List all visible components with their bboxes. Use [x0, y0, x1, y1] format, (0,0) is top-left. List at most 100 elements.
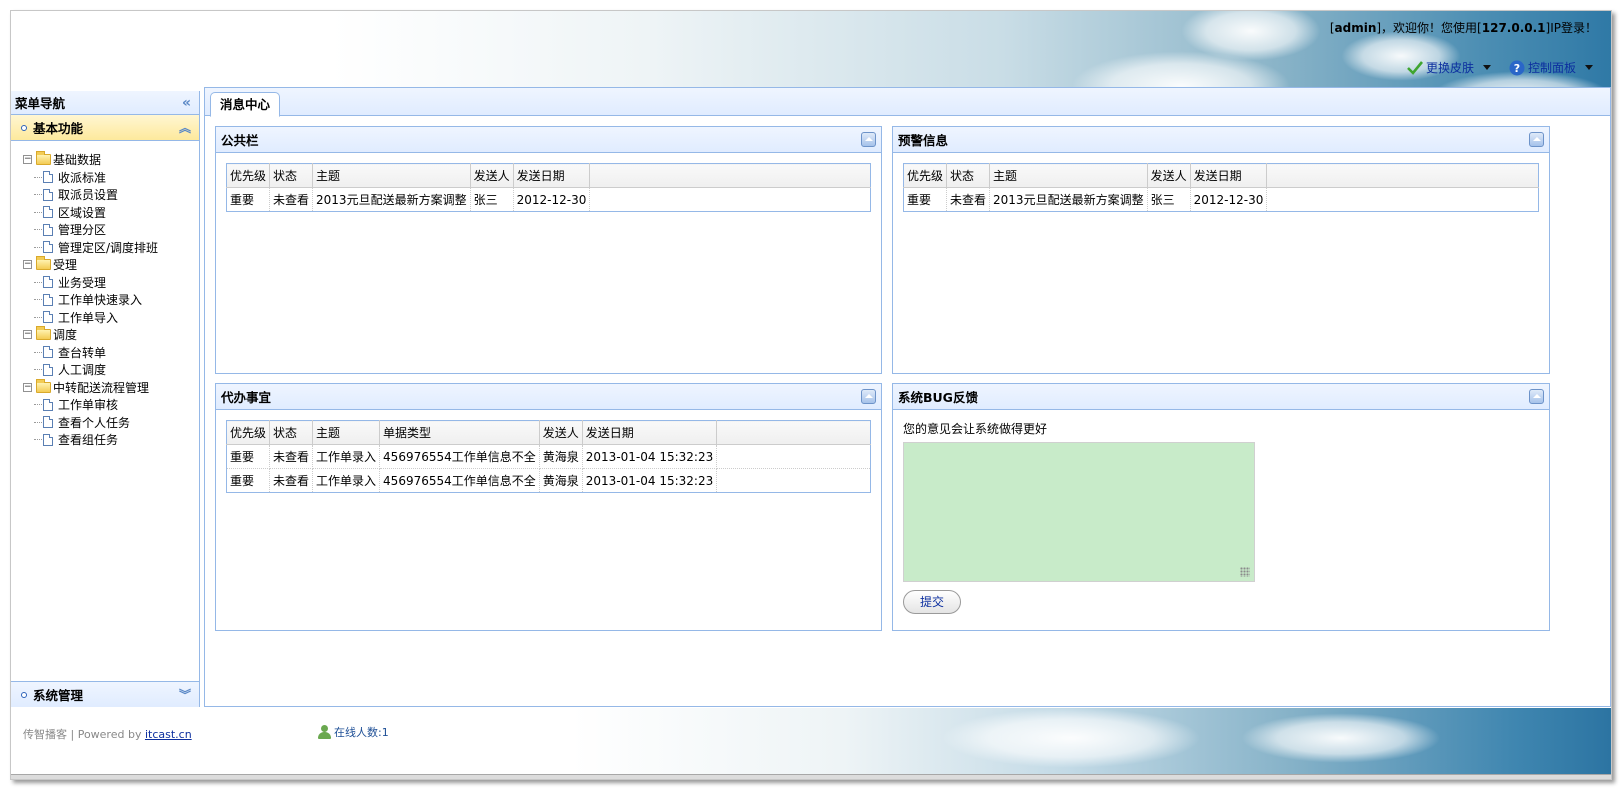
document-icon	[43, 293, 53, 306]
collapse-node-icon[interactable]: −	[23, 260, 32, 270]
tree-item-work-order-import[interactable]: 工作单导入	[23, 309, 199, 327]
collapse-left-icon[interactable]: «	[182, 95, 191, 111]
table-row[interactable]: 重要 未查看 2013元旦配送最新方案调整 张三 2012-12-30	[903, 187, 1539, 212]
column-header[interactable]: 优先级	[903, 163, 948, 188]
submit-button[interactable]: 提交	[903, 590, 961, 614]
table-row[interactable]: 重要 未查看 2013元旦配送最新方案调整 张三 2012-12-30	[226, 187, 871, 212]
tree-item-quick-entry[interactable]: 工作单快速录入	[23, 291, 199, 309]
bug-feedback-prompt: 您的意见会让系统做得更好	[903, 422, 1048, 436]
collapse-panel-icon[interactable]	[861, 389, 876, 404]
tree-folder-dispatch[interactable]: − 调度	[23, 326, 199, 344]
tree-item-fixed-area-scheduling[interactable]: 管理定区/调度排班	[23, 239, 199, 257]
bullet-icon	[21, 691, 27, 698]
bug-feedback-textarea[interactable]	[903, 442, 1255, 582]
column-header[interactable]: 单据类型	[379, 420, 540, 445]
notice-board-panel: 公共栏 优先级 状态 主题 发送人 发送日期 重要 未查看 2013元旦配送最新…	[215, 126, 882, 374]
accordion-basic-functions[interactable]: 基本功能 ︽	[11, 115, 199, 141]
document-icon	[43, 223, 53, 236]
tree-item-business-acceptance[interactable]: 业务受理	[23, 274, 199, 292]
control-panel-menu[interactable]: ? 控制面板	[1509, 59, 1593, 76]
tree-folder-transit-flow[interactable]: − 中转配送流程管理	[23, 378, 199, 397]
tree-item-pickup-standard[interactable]: 收派标准	[23, 169, 199, 187]
header-banner: [admin]，欢迎你！您使用[127.0.0.1]IP登录！ 更换皮肤 ? 控…	[11, 11, 1611, 90]
double-chevron-down-icon[interactable]: ︾	[179, 686, 191, 703]
alert-info-panel: 预警信息 优先级 状态 主题 发送人 发送日期 重要 未查看 2013元旦配送最…	[892, 126, 1550, 374]
todo-header: 代办事宜	[216, 384, 881, 410]
resize-grip-icon[interactable]	[1240, 567, 1250, 577]
document-icon	[43, 311, 53, 324]
column-header[interactable]: 发送人	[539, 420, 583, 445]
tree-item-region-settings[interactable]: 区域设置	[23, 204, 199, 222]
help-icon: ?	[1509, 60, 1525, 75]
collapse-panel-icon[interactable]	[861, 132, 876, 147]
login-user: admin	[1334, 21, 1377, 35]
app-window: [admin]，欢迎你！您使用[127.0.0.1]IP登录！ 更换皮肤 ? 控…	[10, 10, 1612, 780]
collapse-node-icon[interactable]: −	[23, 330, 32, 340]
chevron-down-icon	[1482, 65, 1491, 70]
notice-board-table: 优先级 状态 主题 发送人 发送日期 重要 未查看 2013元旦配送最新方案调整…	[226, 163, 871, 212]
column-header[interactable]: 状态	[269, 420, 314, 445]
tab-message-center[interactable]: 消息中心	[210, 92, 280, 117]
column-header[interactable]: 发送人	[1147, 163, 1191, 188]
column-header[interactable]: 主题	[312, 163, 471, 188]
column-header[interactable]: 主题	[312, 420, 381, 445]
table-row[interactable]: 重要 未查看 工作单录入 456976554工作单信息不全 黄海泉 2013-0…	[226, 468, 871, 493]
tree-item-manual-dispatch[interactable]: 人工调度	[23, 361, 199, 379]
alert-info-table: 优先级 状态 主题 发送人 发送日期 重要 未查看 2013元旦配送最新方案调整…	[903, 163, 1539, 212]
column-header[interactable]: 发送日期	[513, 163, 591, 188]
menu-navigation-header: 菜单导航 «	[11, 91, 199, 115]
chevron-down-icon	[1585, 65, 1593, 70]
collapse-node-icon[interactable]: −	[23, 155, 32, 165]
document-icon	[43, 346, 53, 359]
folder-icon	[36, 151, 51, 166]
footer: 传智播客 | Powered by itcast.cn 在线人数:1	[11, 708, 1611, 779]
tree-folder-acceptance[interactable]: − 受理	[23, 256, 199, 274]
tree-item-manage-partition[interactable]: 管理分区	[23, 221, 199, 239]
document-icon	[43, 241, 53, 254]
column-header[interactable]: 状态	[269, 163, 314, 188]
tree-item-group-tasks[interactable]: 查看组任务	[23, 431, 199, 449]
collapse-panel-icon[interactable]	[1529, 389, 1544, 404]
itcast-link[interactable]: itcast.cn	[145, 728, 192, 741]
table-row[interactable]: 重要 未查看 工作单录入 456976554工作单信息不全 黄海泉 2013-0…	[226, 444, 871, 469]
column-header[interactable]: 状态	[946, 163, 991, 188]
collapse-node-icon[interactable]: −	[23, 382, 32, 392]
svg-text:?: ?	[1514, 62, 1520, 75]
menu-navigation-panel: 菜单导航 « 基本功能 ︽ − 基础数据 收派标准 取派员设置 区域设置 管理分区…	[11, 91, 200, 707]
alert-info-title: 预警信息	[898, 133, 949, 148]
document-icon	[43, 416, 53, 429]
accordion-system-management[interactable]: 系统管理 ︾	[11, 681, 199, 707]
todo-panel: 代办事宜 优先级 状态 主题 单据类型 发送人 发送日期 重要 未查看 工作单录…	[215, 383, 882, 631]
document-icon	[43, 206, 53, 219]
column-header[interactable]: 发送日期	[1190, 163, 1268, 188]
tree-item-personal-tasks[interactable]: 查看个人任务	[23, 414, 199, 432]
column-header[interactable]: 优先级	[226, 163, 271, 188]
document-icon	[43, 398, 53, 411]
tree-item-courier-settings[interactable]: 取派员设置	[23, 186, 199, 204]
bug-feedback-title: 系统BUG反馈	[898, 390, 978, 405]
notice-board-title: 公共栏	[221, 133, 259, 148]
tree-folder-basic-data[interactable]: − 基础数据	[23, 151, 199, 169]
bottom-strip	[11, 774, 1611, 779]
check-icon	[1407, 60, 1423, 75]
bug-feedback-panel: 系统BUG反馈 您的意见会让系统做得更好 提交	[892, 383, 1550, 631]
column-header[interactable]: 发送日期	[582, 420, 718, 445]
document-icon	[43, 363, 53, 376]
change-skin-menu[interactable]: 更换皮肤	[1407, 59, 1491, 76]
column-header[interactable]: 主题	[989, 163, 1148, 188]
menu-navigation-title: 菜单导航	[15, 96, 66, 111]
column-header[interactable]: 优先级	[226, 420, 271, 445]
tab-bar: 消息中心	[205, 88, 1610, 117]
main-center: 消息中心 公共栏 优先级 状态 主题 发送人 发送日期 重要 未查看 2013元…	[204, 87, 1611, 707]
menu-tree: − 基础数据 收派标准 取派员设置 区域设置 管理分区 管理定区/调度排班 − 受理…	[11, 141, 199, 449]
change-skin-label: 更换皮肤	[1425, 61, 1474, 75]
bullet-icon	[21, 124, 27, 131]
tree-item-order-review[interactable]: 工作单审核	[23, 396, 199, 414]
powered-by: 传智播客 | Powered by itcast.cn	[23, 728, 192, 741]
document-icon	[43, 188, 53, 201]
collapse-panel-icon[interactable]	[1529, 132, 1544, 147]
online-users: 在线人数:1	[318, 724, 389, 740]
double-chevron-up-icon[interactable]: ︽	[179, 119, 191, 136]
tree-item-transfer-order[interactable]: 查台转单	[23, 344, 199, 362]
column-header[interactable]: 发送人	[470, 163, 514, 188]
